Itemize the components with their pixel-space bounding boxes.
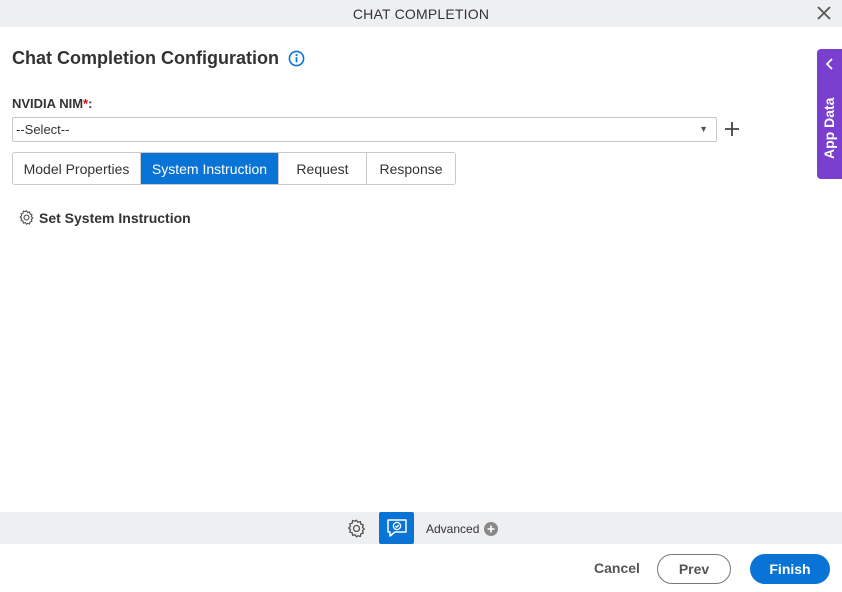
tab-response[interactable]: Response bbox=[367, 153, 455, 184]
advanced-toggle[interactable]: Advanced bbox=[426, 522, 499, 536]
nvidia-nim-label: NVIDIA NIM*: bbox=[12, 96, 92, 111]
window-title: CHAT COMPLETION bbox=[352, 5, 490, 22]
app-data-label: App Data bbox=[821, 97, 837, 159]
advanced-label: Advanced bbox=[426, 522, 480, 536]
plus-circle-icon bbox=[484, 522, 499, 536]
gear-icon bbox=[19, 210, 34, 225]
app-data-panel-toggle[interactable]: App Data bbox=[817, 49, 842, 179]
tab-system-instruction[interactable]: System Instruction bbox=[141, 153, 279, 184]
bottom-toolbar: Advanced bbox=[0, 512, 842, 544]
info-icon[interactable] bbox=[288, 50, 305, 67]
close-icon[interactable] bbox=[816, 5, 832, 21]
select-value: --Select-- bbox=[16, 122, 70, 137]
nvidia-nim-select[interactable]: --Select-- ▼ bbox=[12, 117, 717, 142]
finish-button[interactable]: Finish bbox=[750, 554, 830, 584]
nvidia-nim-label-text: NVIDIA NIM bbox=[12, 96, 84, 111]
chevron-left-icon bbox=[825, 58, 833, 70]
cancel-button[interactable]: Cancel bbox=[594, 560, 640, 576]
chat-icon-button[interactable] bbox=[379, 512, 414, 544]
config-tabs: Model Properties System Instruction Requ… bbox=[12, 152, 456, 185]
chat-icon bbox=[386, 519, 407, 537]
gear-icon[interactable] bbox=[346, 518, 367, 539]
set-system-instruction-label: Set System Instruction bbox=[39, 209, 191, 226]
page-title: Chat Completion Configuration bbox=[12, 48, 279, 68]
window-titlebar: CHAT COMPLETION bbox=[0, 0, 842, 27]
page-heading: Chat Completion Configuration bbox=[12, 48, 305, 69]
plus-icon[interactable] bbox=[724, 121, 740, 137]
dropdown-arrow-icon: ▼ bbox=[699, 124, 708, 134]
tab-request[interactable]: Request bbox=[279, 153, 367, 184]
set-system-instruction-link[interactable]: Set System Instruction bbox=[18, 209, 191, 226]
tab-model-properties[interactable]: Model Properties bbox=[13, 153, 141, 184]
prev-button[interactable]: Prev bbox=[657, 554, 731, 584]
label-colon: : bbox=[88, 96, 93, 111]
